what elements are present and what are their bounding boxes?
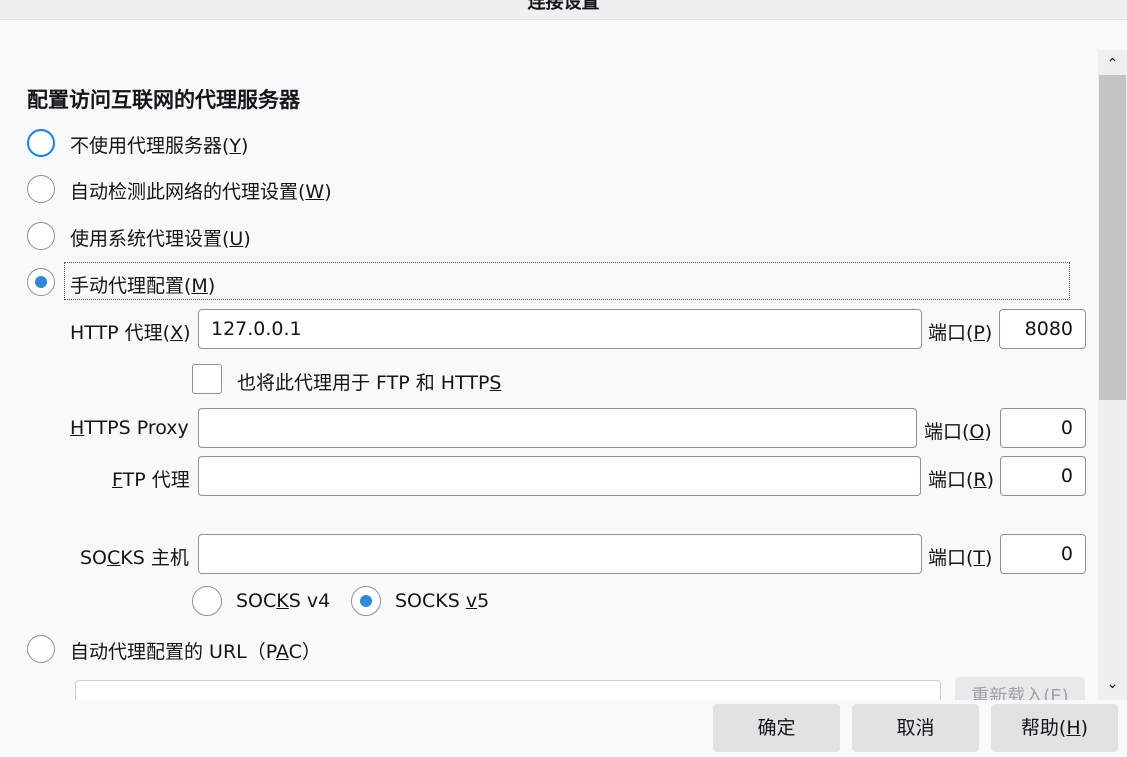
vertical-scrollbar[interactable]: ⌃ ⌄: [1098, 50, 1127, 700]
ftp-port-label: 端口(R): [928, 469, 995, 491]
http-proxy-input[interactable]: 127.0.0.1: [198, 309, 922, 349]
label-socks-v5[interactable]: SOCKS v5: [395, 590, 489, 612]
reload-button[interactable]: 重新载入(E): [955, 677, 1085, 700]
also-use-label[interactable]: 也将此代理用于 FTP 和 HTTPS: [237, 368, 501, 395]
ftp-proxy-input[interactable]: [198, 456, 921, 496]
label-no-proxy[interactable]: 不使用代理服务器(Y): [70, 131, 248, 158]
socks-host-label: SOCKS 主机: [80, 547, 189, 569]
socks-port-input[interactable]: 0: [1000, 534, 1086, 574]
https-port-input[interactable]: 0: [1000, 408, 1086, 448]
scroll-up-icon[interactable]: ⌃: [1098, 52, 1127, 76]
http-port-label: 端口(P): [928, 322, 993, 344]
radio-socks-v5[interactable]: [351, 586, 381, 616]
section-title: 配置访问互联网的代理服务器: [27, 88, 300, 112]
window-title: 连接设置: [527, 0, 600, 13]
radio-pac-url[interactable]: [27, 635, 55, 663]
also-use-for-ftp-https-checkbox[interactable]: [192, 364, 222, 394]
radio-no-proxy[interactable]: [27, 129, 55, 157]
radio-manual-proxy[interactable]: [27, 268, 55, 296]
cancel-button[interactable]: 取消: [852, 704, 979, 752]
scrollbar-thumb[interactable]: [1099, 75, 1126, 400]
radio-socks-v4[interactable]: [192, 586, 222, 616]
ftp-proxy-label: FTP 代理: [112, 469, 190, 491]
http-port-input[interactable]: 8080: [999, 309, 1086, 349]
scroll-down-icon[interactable]: ⌄: [1098, 672, 1127, 696]
proxy-settings-panel: 配置访问互联网的代理服务器 不使用代理服务器(Y) 自动检测此网络的代理设置(W…: [0, 20, 1098, 700]
socks-host-input[interactable]: [198, 534, 922, 574]
dialog-footer: 确定 取消 帮助(H): [0, 700, 1127, 757]
https-proxy-input[interactable]: [198, 408, 917, 448]
radio-system-proxy[interactable]: [27, 222, 55, 250]
window-titlebar: 连接设置: [0, 0, 1127, 20]
socks-port-label: 端口(T): [928, 547, 993, 569]
help-button[interactable]: 帮助(H): [991, 704, 1118, 752]
pac-url-input[interactable]: [75, 680, 941, 700]
ftp-port-input[interactable]: 0: [1000, 456, 1086, 496]
radio-auto-detect[interactable]: [27, 175, 55, 203]
ok-button[interactable]: 确定: [713, 704, 840, 752]
label-system-proxy[interactable]: 使用系统代理设置(U): [70, 224, 251, 251]
label-socks-v4[interactable]: SOCKS v4: [236, 590, 330, 612]
https-port-label: 端口(O): [924, 421, 992, 443]
label-pac-url[interactable]: 自动代理配置的 URL（PAC）: [70, 637, 321, 664]
http-proxy-label: HTTP 代理(X): [70, 322, 191, 344]
https-proxy-label: HTTPS Proxy: [70, 417, 189, 439]
label-manual-proxy[interactable]: 手动代理配置(M): [70, 271, 215, 298]
label-auto-detect[interactable]: 自动检测此网络的代理设置(W): [70, 177, 332, 204]
